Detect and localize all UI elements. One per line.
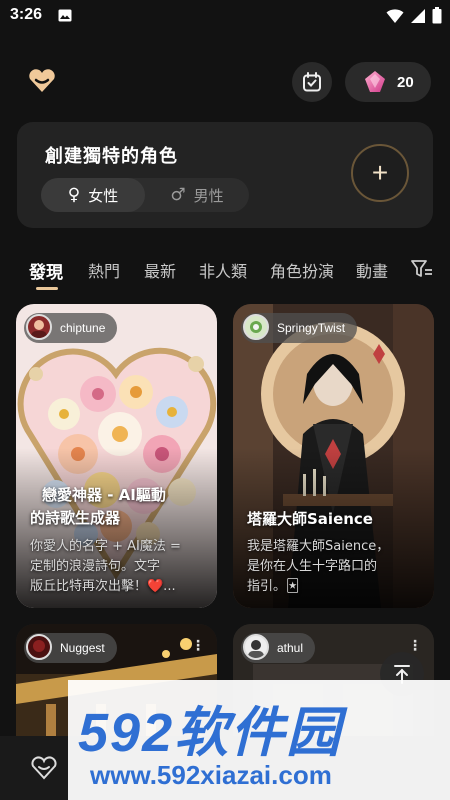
create-character-button[interactable]: + [351,144,409,202]
card-description: 你愛人的名字 + AI魔法 = 定制的浪漫詩句。文字 版丘比特再次出擊！❤️..… [30,539,181,594]
active-tab-indicator [36,287,58,290]
category-tabs: 發現 熱門 最新 非人類 角色扮演 動畫 [0,250,450,294]
character-card[interactable]: chiptune 戀愛神器 - AI驅動 的詩歌生成器 你愛人的名字 + AI魔… [16,304,217,608]
male-icon: ♂ [170,185,186,205]
more-options-icon[interactable]: ⋮ [191,638,205,654]
card-title: 戀愛神器 - AI驅動 的詩歌生成器 [30,486,166,527]
card-description: 我是塔羅大師Saience， 是你在人生十字路口的 指引。🃏 [247,539,390,594]
gem-balance-button[interactable]: 20 [345,62,431,102]
avatar-image [250,321,262,333]
gem-icon [365,71,385,92]
watermark-url: www.592xiazai.com [90,760,332,790]
daily-checkin-button[interactable] [292,62,332,102]
watermark-logo-text: 592软件园 [78,703,343,763]
tab-roleplay[interactable]: 角色扮演 [270,258,334,282]
calendar-check-icon [303,72,321,92]
status-bar: 3:26 [0,0,450,32]
avatar-image [31,320,47,338]
tab-popular[interactable]: 熱門 [88,258,120,282]
home-heart-icon[interactable] [30,756,58,780]
signal-icon [411,8,425,23]
tab-latest[interactable]: 最新 [144,258,176,282]
more-options-icon[interactable]: ⋮ [408,638,422,654]
filter-icon[interactable] [411,259,433,279]
avatar-image [248,640,264,658]
avatar-image [33,640,45,652]
avatar [26,634,52,660]
status-time: 3:26 [10,6,43,23]
gender-male-label: 男性 [193,186,224,205]
top-bar: 20 [0,58,450,108]
create-character-title: 創建獨特的角色 [45,146,178,167]
tab-discover[interactable]: 發現 [29,258,63,283]
gender-selector: ♀ 女性 ♂ 男性 [41,178,249,212]
character-card[interactable]: SpringyTwist 塔羅大師Saience 我是塔羅大師Saience， … [233,304,434,608]
avatar [243,314,269,340]
create-character-card: 創建獨特的角色 ♀ 女性 ♂ 男性 + [17,122,433,228]
wifi-icon [386,8,404,23]
battery-icon [432,7,442,24]
female-icon: ♀ [67,185,81,205]
avatar [26,314,52,340]
tab-anime[interactable]: 動畫 [356,258,390,282]
tab-non-human[interactable]: 非人類 [199,258,247,282]
avatar [243,634,269,660]
watermark: 592软件园 www.592xiazai.com [68,680,450,800]
gender-female-label: 女性 [88,186,119,205]
plus-icon: + [371,157,389,188]
gender-male-button[interactable]: ♂ 男性 [145,178,249,212]
app-logo-icon[interactable] [28,68,56,94]
image-notification-icon [58,9,72,22]
gender-female-button[interactable]: ♀ 女性 [41,178,145,212]
card-title: 塔羅大師Saience [247,510,373,528]
gem-count: 20 [397,73,414,91]
